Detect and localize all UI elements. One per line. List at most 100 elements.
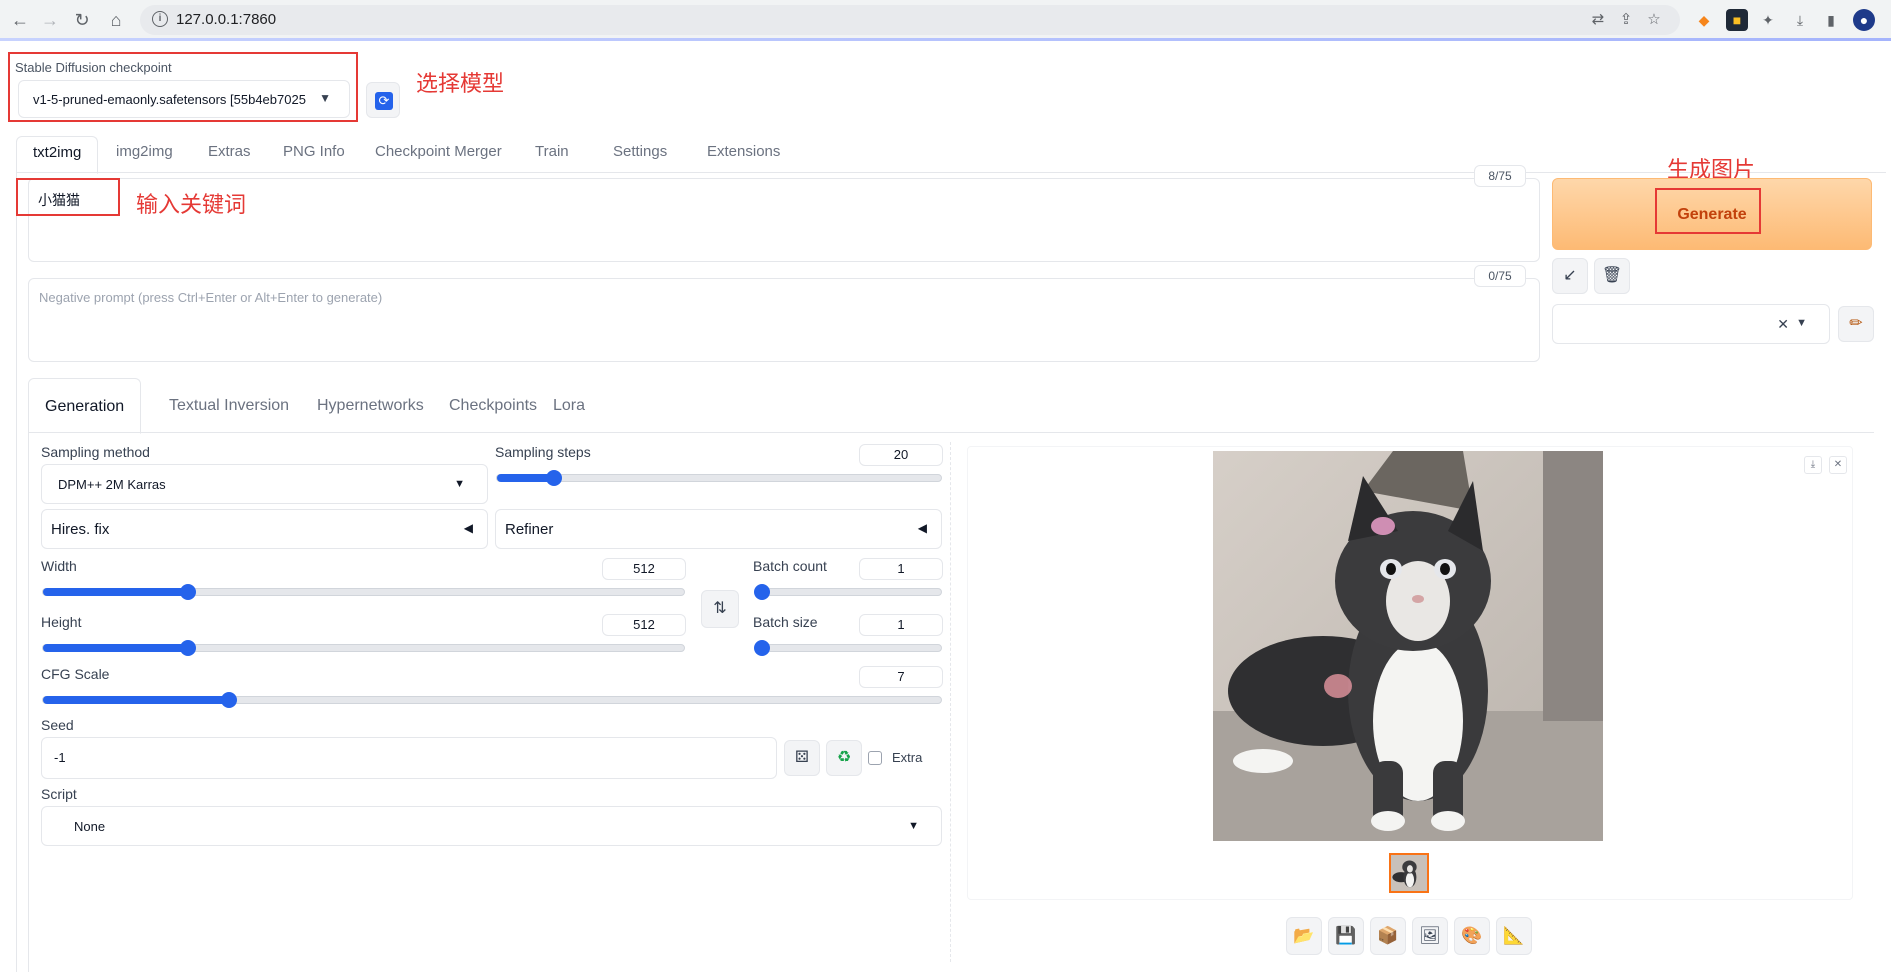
height-label: Height	[41, 614, 82, 630]
clear-icon[interactable]: ✕	[1777, 316, 1789, 333]
extensions-puzzle-icon[interactable]: ✦	[1757, 9, 1779, 31]
tab-train[interactable]: Train	[519, 136, 585, 174]
width-input[interactable]: 512	[602, 558, 686, 580]
cfg-scale-label: CFG Scale	[41, 666, 110, 682]
extension-icon[interactable]: ■	[1726, 9, 1748, 31]
send-to-extras-button[interactable]: 📐	[1496, 917, 1532, 955]
refiner-accordion[interactable]: Refiner ◀	[495, 509, 942, 549]
close-icon[interactable]: ✕	[1829, 456, 1847, 474]
batch-count-slider[interactable]	[754, 584, 942, 600]
random-seed-button[interactable]: ⚄	[784, 740, 820, 776]
tab-checkpoint-merger[interactable]: Checkpoint Merger	[359, 136, 518, 174]
cfg-scale-input[interactable]: 7	[859, 666, 943, 688]
home-icon[interactable]: ⌂	[104, 8, 128, 32]
width-label: Width	[41, 558, 77, 574]
subtab-hypernetworks[interactable]: Hypernetworks	[301, 378, 440, 434]
sampling-steps-slider[interactable]	[496, 470, 942, 486]
subtab-lora[interactable]: Lora	[537, 378, 601, 434]
seed-value: -1	[54, 750, 66, 765]
recycle-icon: ♻	[836, 749, 852, 766]
swap-dimensions-button[interactable]: ⇅	[701, 590, 739, 628]
script-value: None	[74, 819, 106, 834]
negative-token-counter: 0/75	[1474, 265, 1526, 287]
profile-avatar[interactable]: ●	[1853, 9, 1875, 31]
dice-icon: ⚄	[795, 749, 809, 766]
cfg-scale-slider[interactable]	[42, 692, 942, 708]
share-icon[interactable]: ⇪	[1616, 10, 1636, 30]
site-info-icon[interactable]: i	[152, 11, 168, 27]
folder-icon: 📂	[1293, 926, 1315, 945]
chevron-down-icon: ▼	[908, 820, 919, 832]
slider-handle[interactable]	[754, 584, 770, 600]
gallery-thumbnail[interactable]	[1389, 853, 1429, 893]
height-slider[interactable]	[42, 640, 685, 656]
tab-txt2img[interactable]: txt2img	[16, 136, 99, 174]
download-icon[interactable]: ⤓	[1789, 9, 1811, 31]
batch-count-label: Batch count	[753, 558, 827, 574]
side-panel-icon[interactable]: ▮	[1820, 9, 1842, 31]
checkpoint-dropdown[interactable]: v1-5-pruned-emaonly.safetensors [55b4eb7…	[18, 80, 350, 118]
tab-extras[interactable]: Extras	[192, 136, 267, 174]
download-image-icon[interactable]: ⤓	[1804, 456, 1822, 474]
trash-icon: 🗑	[1601, 267, 1623, 284]
zip-button[interactable]: 📦	[1370, 917, 1406, 955]
kitten-image	[1213, 451, 1603, 841]
width-slider[interactable]	[42, 584, 685, 600]
subtab-textual-inversion[interactable]: Textual Inversion	[153, 378, 305, 434]
metamask-extension-icon[interactable]: ◆	[1693, 9, 1715, 31]
send-to-inpaint-button[interactable]: 🎨	[1454, 917, 1490, 955]
height-input[interactable]: 512	[602, 614, 686, 636]
tab-png-info[interactable]: PNG Info	[267, 136, 361, 174]
ruler-triangle-icon: 📐	[1503, 926, 1525, 945]
tab-extensions[interactable]: Extensions	[691, 136, 796, 174]
reload-icon[interactable]: ↻	[70, 8, 94, 32]
subtab-checkpoints[interactable]: Checkpoints	[433, 378, 553, 434]
subtab-generation[interactable]: Generation	[28, 378, 142, 434]
batch-count-input[interactable]: 1	[859, 558, 943, 580]
generated-image[interactable]	[1213, 451, 1603, 841]
open-folder-button[interactable]: 📂	[1286, 917, 1322, 955]
reuse-seed-button[interactable]: ♻	[826, 740, 862, 776]
slider-handle[interactable]	[754, 640, 770, 656]
slider-handle[interactable]	[179, 640, 196, 656]
bookmark-star-icon[interactable]: ☆	[1644, 10, 1664, 30]
sampling-steps-label: Sampling steps	[495, 444, 591, 460]
back-icon[interactable]: ←	[8, 8, 32, 32]
sampling-method-label: Sampling method	[41, 444, 150, 460]
slider-handle[interactable]	[545, 470, 562, 486]
palette-icon: 🎨	[1461, 926, 1483, 945]
batch-size-input[interactable]: 1	[859, 614, 943, 636]
edit-styles-button[interactable]: ✏	[1838, 306, 1874, 342]
save-button[interactable]: 💾	[1328, 917, 1364, 955]
annotation-select-model: 选择模型	[416, 72, 505, 97]
slider-handle[interactable]	[220, 692, 237, 708]
arrow-down-left-icon: ↙	[1563, 267, 1577, 284]
refiner-label: Refiner	[505, 521, 554, 538]
tab-settings[interactable]: Settings	[597, 136, 683, 174]
batch-size-label: Batch size	[753, 614, 818, 630]
refresh-checkpoint-button[interactable]: ⟳	[366, 82, 400, 118]
prompt-value: 小猫猫	[38, 193, 80, 209]
seed-input[interactable]: -1	[41, 737, 777, 779]
prompt-textarea[interactable]	[28, 178, 1540, 262]
checkpoint-value: v1-5-pruned-emaonly.safetensors [55b4eb7…	[33, 92, 306, 107]
extra-seed-checkbox[interactable]	[868, 751, 882, 765]
send-to-img2img-button[interactable]: 🖼	[1412, 917, 1448, 955]
slider-handle[interactable]	[179, 584, 196, 600]
styles-dropdown[interactable]: ✕ ▼	[1552, 304, 1830, 344]
batch-size-slider[interactable]	[754, 640, 942, 656]
toolbar-strip	[0, 38, 1891, 41]
sampling-steps-input[interactable]: 20	[859, 444, 943, 466]
clear-prompt-button[interactable]: 🗑	[1594, 258, 1630, 294]
chevron-down-icon: ▼	[454, 478, 465, 490]
script-dropdown[interactable]: None ▼	[41, 806, 942, 846]
hires-fix-accordion[interactable]: Hires. fix ◀	[41, 509, 488, 549]
address-bar[interactable]: i 127.0.0.1:7860 ⇄ ⇪ ☆	[140, 5, 1680, 35]
sampling-method-dropdown[interactable]: DPM++ 2M Karras ▼	[41, 464, 488, 504]
tab-img2img[interactable]: img2img	[100, 136, 189, 174]
read-params-button[interactable]: ↙	[1552, 258, 1588, 294]
forward-icon[interactable]: →	[38, 8, 62, 32]
seed-label: Seed	[41, 717, 74, 733]
extra-label: Extra	[892, 750, 923, 765]
translate-icon[interactable]: ⇄	[1588, 10, 1608, 30]
